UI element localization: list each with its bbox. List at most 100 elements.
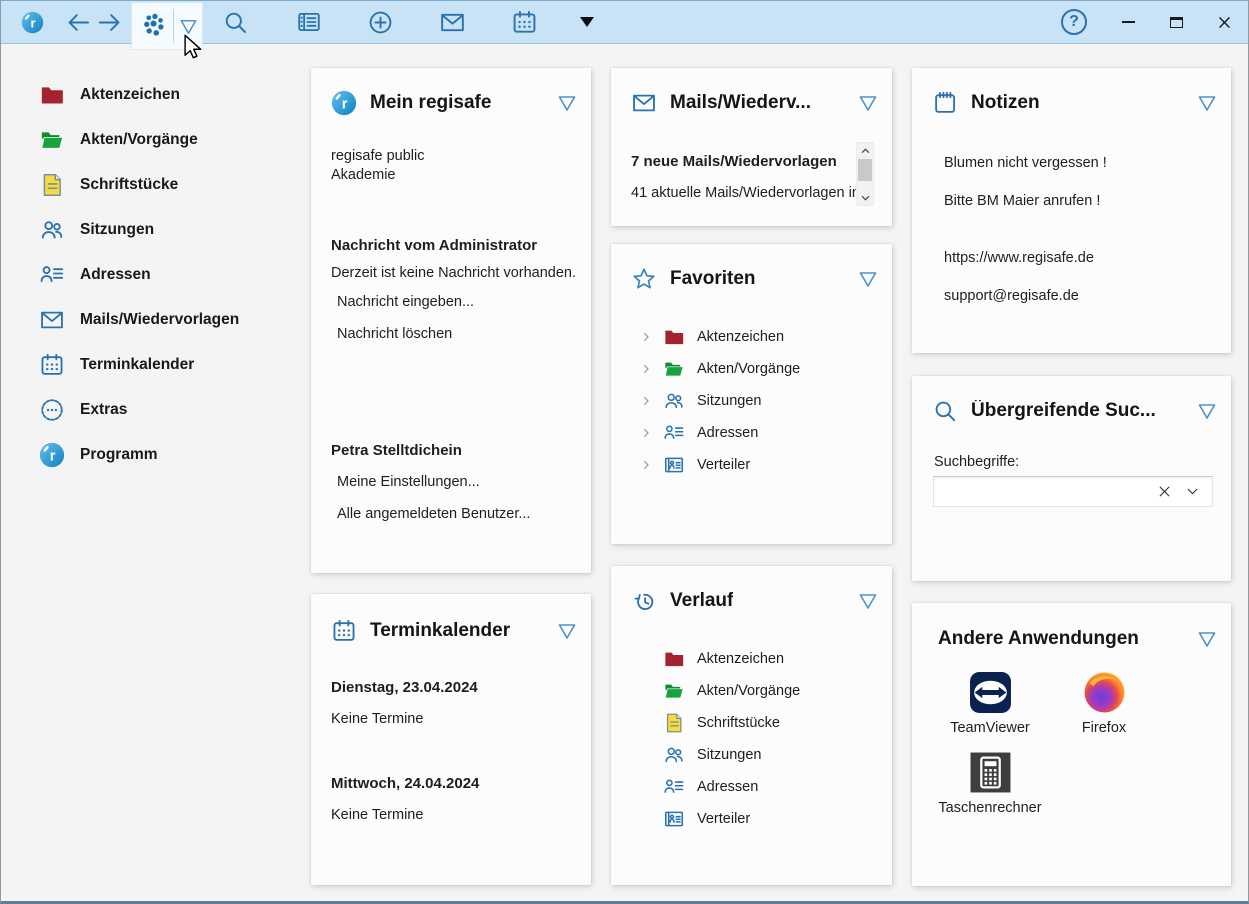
card-menu-caret-icon[interactable]	[1195, 627, 1219, 651]
maximize-button[interactable]	[1170, 1, 1183, 43]
calendar-day-text: Keine Termine	[331, 711, 423, 727]
app-taschenrechner[interactable]: Taschenrechner	[934, 751, 1046, 816]
history-item-adressen[interactable]: Adressen	[611, 772, 892, 802]
history-icon	[631, 588, 657, 614]
people-icon	[39, 217, 65, 243]
calendar-icon	[331, 618, 357, 644]
close-icon	[1216, 14, 1233, 31]
note-link[interactable]: https://www.regisafe.de	[944, 250, 1094, 266]
favorite-item-verteiler[interactable]: Verteiler	[611, 450, 892, 480]
sidebar-item-programm[interactable]: r Programm	[1, 433, 301, 477]
history-item-akten-vorgaenge[interactable]: Akten/Vorgänge	[611, 676, 892, 706]
more-menu-button[interactable]	[580, 1, 594, 43]
card-menu-caret-icon[interactable]	[555, 91, 579, 115]
sidebar-item-aktenzeichen[interactable]: Aktenzeichen	[1, 73, 301, 117]
history-item-label: Aktenzeichen	[697, 651, 784, 667]
register-button[interactable]	[296, 1, 322, 43]
favorite-item-adressen[interactable]: Adressen	[611, 418, 892, 448]
folder-closed-icon	[39, 82, 65, 108]
favorite-item-label: Sitzungen	[697, 393, 762, 409]
sidebar-item-extras[interactable]: Extras	[1, 388, 301, 432]
chevron-right-icon[interactable]	[639, 426, 653, 440]
card-notizen: Notizen Blumen nicht vergessen ! Bitte B…	[912, 68, 1231, 353]
scroll-down-icon[interactable]	[857, 190, 873, 205]
app-firefox[interactable]: Firefox	[1048, 671, 1160, 736]
forward-button[interactable]	[96, 1, 123, 43]
minimize-button[interactable]	[1122, 1, 1135, 43]
people-icon	[663, 744, 685, 766]
note-line: Bitte BM Maier anrufen !	[944, 193, 1100, 209]
search-input[interactable]	[934, 477, 1156, 506]
sidebar-item-label: Akten/Vorgänge	[80, 131, 198, 149]
folder-open-icon	[39, 127, 65, 153]
folder-closed-icon	[663, 648, 685, 670]
my-settings-action[interactable]: Meine Einstellungen...	[337, 474, 480, 490]
sidebar-item-schriftstuecke[interactable]: Schriftstücke	[1, 163, 301, 207]
chevron-right-icon[interactable]	[639, 330, 653, 344]
distribution-card-icon	[663, 454, 685, 476]
sidebar-item-sitzungen[interactable]: Sitzungen	[1, 208, 301, 252]
card-menu-caret-icon[interactable]	[856, 589, 880, 613]
favorite-item-akten-vorgaenge[interactable]: Akten/Vorgänge	[611, 354, 892, 384]
app-label: TeamViewer	[934, 720, 1046, 736]
app-label: Taschenrechner	[934, 800, 1046, 816]
sidebar-item-mails-wiedervorlagen[interactable]: Mails/Wiedervorlagen	[1, 298, 301, 342]
help-button[interactable]: ?	[1061, 1, 1087, 43]
app-teamviewer[interactable]: TeamViewer	[934, 671, 1046, 736]
calendar-day-text: Keine Termine	[331, 807, 423, 823]
mail-button[interactable]	[439, 1, 466, 43]
calendar-day: Mittwoch, 24.04.2024	[331, 775, 479, 792]
current-mails-count[interactable]: 41 aktuelle Mails/Wiedervorlagen in	[631, 185, 859, 201]
card-menu-caret-icon[interactable]	[856, 267, 880, 291]
contact-icon	[39, 262, 65, 288]
card-verlauf: Verlauf Aktenzeichen Akten/Vorgänge Schr…	[611, 566, 892, 885]
sidebar-item-terminkalender[interactable]: Terminkalender	[1, 343, 301, 387]
search-button[interactable]	[222, 1, 249, 43]
logged-in-users-action[interactable]: Alle angemeldeten Benutzer...	[337, 506, 530, 522]
regisafe-logo-icon: r	[331, 90, 357, 116]
card-favoriten: Favoriten Aktenzeichen Akten/Vorgänge Si…	[611, 244, 892, 544]
card-menu-caret-icon[interactable]	[555, 619, 579, 643]
scroll-up-icon[interactable]	[857, 143, 873, 158]
chevron-right-icon[interactable]	[639, 394, 653, 408]
combo-dropdown-icon[interactable]	[1184, 483, 1201, 500]
close-button[interactable]	[1216, 1, 1233, 43]
enter-message-action[interactable]: Nachricht eingeben...	[337, 294, 474, 310]
calendar-day: Dienstag, 23.04.2024	[331, 679, 478, 696]
favorite-item-label: Akten/Vorgänge	[697, 361, 800, 377]
history-item-sitzungen[interactable]: Sitzungen	[611, 740, 892, 770]
calendar-button[interactable]	[511, 1, 538, 43]
scrollbar[interactable]	[856, 142, 874, 206]
contact-icon	[663, 422, 685, 444]
history-item-aktenzeichen[interactable]: Aktenzeichen	[611, 644, 892, 674]
history-item-label: Akten/Vorgänge	[697, 683, 800, 699]
note-email[interactable]: support@regisafe.de	[944, 288, 1079, 304]
back-button[interactable]	[65, 1, 92, 43]
firefox-icon	[1083, 671, 1126, 714]
delete-message-action[interactable]: Nachricht löschen	[337, 326, 452, 342]
chevron-right-icon[interactable]	[639, 362, 653, 376]
card-menu-caret-icon[interactable]	[856, 91, 880, 115]
card-menu-caret-icon[interactable]	[1195, 91, 1219, 115]
calendar-icon	[39, 352, 65, 378]
new-button[interactable]	[367, 1, 394, 43]
favorite-item-sitzungen[interactable]: Sitzungen	[611, 386, 892, 416]
separator	[173, 9, 174, 43]
chevron-right-icon[interactable]	[639, 458, 653, 472]
scrollbar-thumb[interactable]	[858, 159, 872, 181]
favorite-item-label: Aktenzeichen	[697, 329, 784, 345]
sidebar-item-adressen[interactable]: Adressen	[1, 253, 301, 297]
card-menu-caret-icon[interactable]	[1195, 399, 1219, 423]
mail-icon	[631, 90, 657, 116]
history-item-verteiler[interactable]: Verteiler	[611, 804, 892, 834]
mouse-cursor	[184, 34, 204, 66]
history-item-schriftstuecke[interactable]: Schriftstücke	[611, 708, 892, 738]
sidebar-item-akten-vorgaenge[interactable]: Akten/Vorgänge	[1, 118, 301, 162]
search-terms-field[interactable]	[933, 476, 1213, 507]
contact-icon	[663, 776, 685, 798]
new-mails-count[interactable]: 7 neue Mails/Wiedervorlagen	[631, 153, 837, 170]
clear-icon[interactable]	[1156, 483, 1173, 500]
favorite-item-aktenzeichen[interactable]: Aktenzeichen	[611, 322, 892, 352]
ellipsis-icon	[39, 397, 65, 423]
card-title: Übergreifende Suc...	[971, 400, 1156, 422]
